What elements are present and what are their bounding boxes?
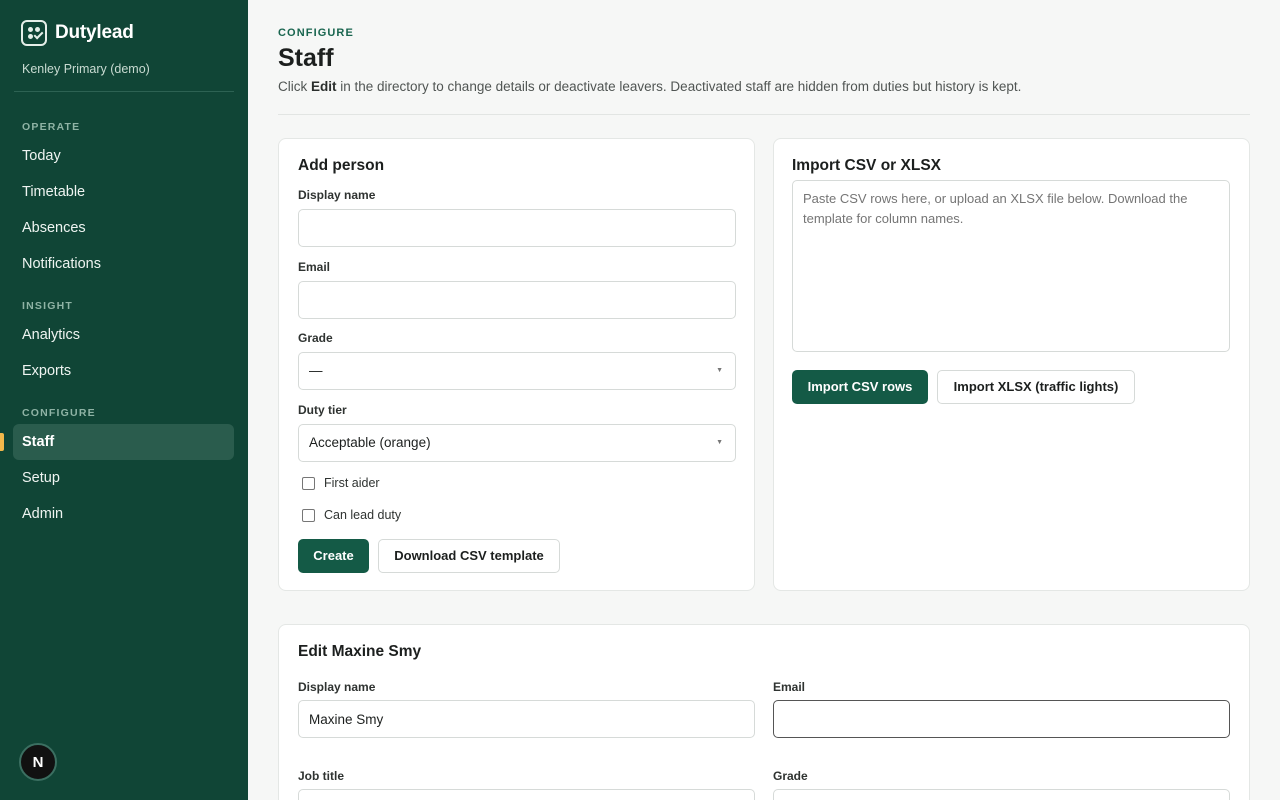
- display-name-input[interactable]: [298, 209, 736, 247]
- main-content: CONFIGURE Staff Click Edit in the direct…: [248, 0, 1280, 800]
- display-name-label: Display name: [298, 188, 376, 202]
- email-input[interactable]: [298, 281, 736, 319]
- sidebar-item-today[interactable]: Today: [13, 138, 234, 174]
- nav-section-operate: OPERATE: [22, 121, 81, 133]
- nav-section-insight: INSIGHT: [22, 300, 73, 312]
- page-title: Staff: [278, 44, 334, 72]
- first-aider-checkbox-row[interactable]: First aider: [302, 476, 380, 490]
- duty-tier-label: Duty tier: [298, 403, 347, 417]
- org-name: Kenley Primary (demo): [22, 62, 150, 76]
- import-card: Import CSV or XLSX Import CSV rows Impor…: [773, 138, 1250, 591]
- edit-person-title: Edit Maxine Smy: [298, 643, 422, 660]
- sidebar-item-timetable[interactable]: Timetable: [13, 174, 234, 210]
- active-indicator: [0, 433, 4, 451]
- edit-email-label: Email: [773, 680, 806, 694]
- download-csv-template-button[interactable]: Download CSV template: [378, 539, 560, 573]
- grade-select-value: —: [309, 363, 323, 378]
- add-person-title: Add person: [298, 157, 385, 174]
- sidebar-item-analytics[interactable]: Analytics: [13, 317, 234, 353]
- edit-display-name-input[interactable]: [298, 700, 755, 738]
- edit-person-card: Edit Maxine Smy Display name Email Job t…: [278, 624, 1250, 800]
- sidebar: Dutylead Kenley Primary (demo) OPERATE T…: [0, 0, 248, 800]
- can-lead-label: Can lead duty: [324, 508, 402, 522]
- duty-tier-select[interactable]: Acceptable (orange) ▼: [298, 424, 736, 462]
- csv-paste-textarea[interactable]: [792, 180, 1230, 352]
- sidebar-divider: [14, 91, 234, 92]
- brand[interactable]: Dutylead: [21, 20, 134, 46]
- page-description: Click Edit in the directory to change de…: [278, 79, 1021, 94]
- chevron-down-icon: ▼: [716, 439, 723, 446]
- description-text-rest: in the directory to change details or de…: [336, 79, 1022, 94]
- can-lead-checkbox-row[interactable]: Can lead duty: [302, 508, 401, 522]
- description-edit-emphasis: Edit: [311, 79, 337, 94]
- dutylead-logo-icon: [21, 20, 47, 46]
- grade-label: Grade: [298, 331, 333, 345]
- can-lead-checkbox[interactable]: [302, 508, 315, 522]
- user-avatar[interactable]: N: [19, 743, 57, 781]
- first-aider-label: First aider: [324, 476, 380, 490]
- sidebar-item-notifications[interactable]: Notifications: [13, 246, 234, 282]
- duty-tier-select-value: Acceptable (orange): [309, 435, 431, 450]
- import-xlsx-button[interactable]: Import XLSX (traffic lights): [937, 370, 1135, 404]
- edit-email-input[interactable]: [773, 700, 1230, 738]
- sidebar-item-exports[interactable]: Exports: [13, 353, 234, 389]
- edit-job-title-label: Job title: [298, 769, 345, 783]
- brand-name: Dutylead: [55, 22, 134, 43]
- first-aider-checkbox[interactable]: [302, 476, 315, 490]
- chevron-down-icon: ▼: [716, 367, 723, 374]
- create-button[interactable]: Create: [298, 539, 369, 573]
- add-person-card: Add person Display name Email Grade — ▼ …: [278, 138, 755, 591]
- nav-section-configure: CONFIGURE: [22, 407, 96, 419]
- sidebar-item-absences[interactable]: Absences: [13, 210, 234, 246]
- grade-select[interactable]: — ▼: [298, 352, 736, 390]
- edit-display-name-label: Display name: [298, 680, 376, 694]
- import-csv-rows-button[interactable]: Import CSV rows: [792, 370, 928, 404]
- edit-job-title-input[interactable]: [298, 789, 755, 800]
- sidebar-item-admin[interactable]: Admin: [13, 496, 234, 532]
- sidebar-item-setup[interactable]: Setup: [13, 460, 234, 496]
- header-divider: [278, 114, 1250, 115]
- edit-grade-select[interactable]: [773, 789, 1230, 800]
- email-label: Email: [298, 260, 331, 274]
- page-eyebrow: CONFIGURE: [278, 27, 354, 39]
- import-title: Import CSV or XLSX: [792, 157, 941, 174]
- description-text: Click: [278, 79, 311, 94]
- edit-grade-label: Grade: [773, 769, 808, 783]
- sidebar-item-staff[interactable]: Staff: [13, 424, 234, 460]
